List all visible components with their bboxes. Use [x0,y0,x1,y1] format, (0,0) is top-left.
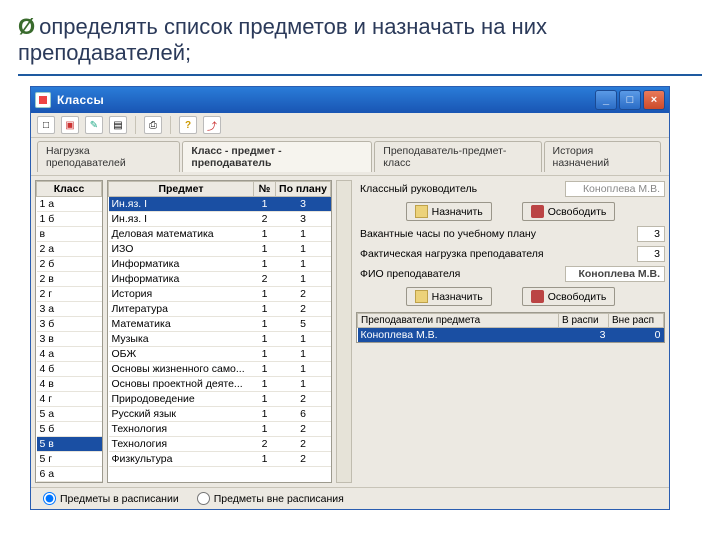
app-icon [35,92,51,108]
table-row[interactable]: 4 а [37,347,102,362]
table-row[interactable]: 3 а [37,302,102,317]
table-row[interactable]: Природоведение12 [109,392,331,407]
titlebar[interactable]: Классы _ □ × [31,87,669,113]
tab-history[interactable]: История назначений [544,141,662,172]
window: Классы _ □ × □ ▣ ✎ ▤ ⎙ ? ⤴ Нагрузка преп… [30,86,670,510]
tab-load[interactable]: Нагрузка преподавателей [37,141,180,172]
table-row[interactable]: 2 в [37,272,102,287]
table-row[interactable]: ОБЖ11 [109,347,331,362]
table-row[interactable]: История12 [109,287,331,302]
print-icon[interactable]: ⎙ [144,116,162,134]
table-row[interactable]: 1 а [37,197,102,212]
folder-icon [415,290,428,303]
class-teacher-label: Классный руководитель [356,181,565,197]
table-row[interactable]: Математика15 [109,317,331,332]
table-row[interactable]: 2 а [37,242,102,257]
vacant-hours-value: 3 [637,226,665,242]
save-icon[interactable]: ✎ [85,116,103,134]
separator [135,116,136,134]
new-icon[interactable]: □ [37,116,55,134]
radio-in-schedule[interactable]: Предметы в расписании [43,492,179,505]
table-row[interactable]: Физкультура12 [109,452,331,467]
table-row[interactable]: Литература12 [109,302,331,317]
scrollbar[interactable] [336,180,352,483]
actual-load-label: Фактическая нагрузка преподавателя [356,246,637,262]
table-row[interactable]: 1 б [37,212,102,227]
footer: Предметы в расписании Предметы вне распи… [31,487,669,509]
open-icon[interactable]: ▣ [61,116,79,134]
slide-bullet: Øопределять список предметов и назначать… [18,14,702,66]
table-row[interactable]: 2 б [37,257,102,272]
class-grid[interactable]: Класс1 а1 бв2 а2 б2 в2 г3 а3 б3 в4 а4 б4… [35,180,103,483]
table-row[interactable]: Технология12 [109,422,331,437]
assign-teacher-button[interactable]: Назначить [406,287,492,306]
details-panel: Классный руководительКоноплева М.В. Назн… [356,180,665,483]
table-row[interactable]: ИЗО11 [109,242,331,257]
table-row[interactable]: 4 б [37,362,102,377]
actual-load-value: 3 [637,246,665,262]
tabstrip: Нагрузка преподавателей Класс - предмет … [31,138,669,176]
slide-rule [18,74,702,76]
table-row[interactable]: Основы жизненного само...11 [109,362,331,377]
class-teacher-value: Коноплева М.В. [565,181,665,197]
table-row[interactable]: 3 б [37,317,102,332]
table-row[interactable]: Информатика21 [109,272,331,287]
table-row[interactable]: Ин.яз. I13 [109,197,331,212]
bullet-arrow-icon: Ø [18,14,35,39]
table-row[interactable]: 2 г [37,287,102,302]
teacher-fio-value: Коноплева М.В. [565,266,665,282]
table-row[interactable]: Ин.яз. I23 [109,212,331,227]
table-row[interactable]: 5 а [37,407,102,422]
table-row: Коноплева М.В.30 [358,328,664,343]
table-row[interactable]: 5 г [37,452,102,467]
tab-class-subject[interactable]: Класс - предмет - преподаватель [182,141,372,172]
table-row[interactable]: Русский язык16 [109,407,331,422]
teacher-fio-label: ФИО преподавателя [356,266,565,282]
table-row[interactable]: Технология22 [109,437,331,452]
assign-class-teacher-button[interactable]: Назначить [406,202,492,221]
release-icon [531,290,544,303]
table-row[interactable]: 4 в [37,377,102,392]
table-row[interactable]: в [37,227,102,242]
separator [170,116,171,134]
radio-out-schedule[interactable]: Предметы вне расписания [197,492,344,505]
free-teacher-button[interactable]: Освободить [522,287,616,306]
maximize-button[interactable]: □ [619,90,641,110]
folder-icon [415,205,428,218]
minimize-button[interactable]: _ [595,90,617,110]
free-class-teacher-button[interactable]: Освободить [522,202,616,221]
table-row[interactable]: 4 г [37,392,102,407]
table-row[interactable]: Информатика11 [109,257,331,272]
close-button[interactable]: × [643,90,665,110]
table-row[interactable]: Деловая математика11 [109,227,331,242]
content-area: Класс1 а1 бв2 а2 б2 в2 г3 а3 б3 в4 а4 б4… [31,176,669,487]
table-row[interactable]: 5 б [37,422,102,437]
table-row[interactable]: Музыка11 [109,332,331,347]
table-row[interactable]: 5 в [37,437,102,452]
help-icon[interactable]: ? [179,116,197,134]
table-row[interactable]: 6 а [37,467,102,482]
tab-teacher-subject[interactable]: Преподаватель-предмет-класс [374,141,541,172]
vacant-hours-label: Вакантные часы по учебному плану [356,226,637,242]
toolbar: □ ▣ ✎ ▤ ⎙ ? ⤴ [31,113,669,138]
exit-icon[interactable]: ⤴ [203,116,221,134]
window-title: Классы [57,93,104,107]
subject-grid[interactable]: Предмет№По плануИн.яз. I13Ин.яз. I23Дело… [107,180,332,483]
subject-teachers-grid[interactable]: Преподаватели предметаВ распиВне расп Ко… [356,312,665,343]
table-row[interactable]: Основы проектной деяте...11 [109,377,331,392]
copy-icon[interactable]: ▤ [109,116,127,134]
table-row[interactable]: 3 в [37,332,102,347]
release-icon [531,205,544,218]
